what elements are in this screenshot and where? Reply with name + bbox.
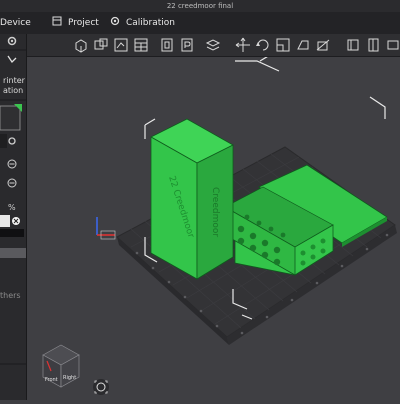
printer-preset-box xyxy=(0,105,21,131)
lay-on-face-icon[interactable] xyxy=(295,37,311,53)
plates-icon[interactable] xyxy=(133,37,149,53)
view-cube-front: Front xyxy=(45,377,58,383)
measure-icon[interactable] xyxy=(385,37,400,53)
close-icon[interactable] xyxy=(12,217,20,225)
left-sidebar: % rinter ation thers xyxy=(0,34,27,400)
add-icon[interactable] xyxy=(73,37,89,53)
scene: 22 Creedmoor Creedmoor Front Right xyxy=(42,54,397,395)
filament-swatch xyxy=(0,215,10,227)
model-tall-box[interactable]: 22 Creedmoor Creedmoor xyxy=(150,118,234,280)
svg-text:%: % xyxy=(8,203,16,212)
percent-icon: % xyxy=(8,203,16,212)
filament-icon xyxy=(7,55,17,64)
window-title: 22 creedmoor final xyxy=(166,2,234,10)
main-tab-bar: Device Project Calibration xyxy=(0,12,400,35)
scale-icon[interactable] xyxy=(275,37,291,53)
object-toolbar xyxy=(27,34,400,57)
support-paint-icon[interactable] xyxy=(345,37,361,53)
project-icon xyxy=(52,13,62,26)
tab-calibration-label: Calibration xyxy=(126,18,175,28)
gear-icon[interactable] xyxy=(7,36,17,46)
filament-field xyxy=(0,229,24,237)
auto-orient-icon[interactable] xyxy=(93,37,109,53)
others-label: thers xyxy=(0,291,21,300)
model-embossed-text-b: Creedmoor xyxy=(210,187,220,237)
printer-label: rinter xyxy=(3,76,25,85)
move-icon[interactable] xyxy=(235,37,251,53)
view-cube[interactable]: Front Right xyxy=(42,344,80,388)
minus-icon[interactable] xyxy=(7,178,17,188)
view-cube-right: Right xyxy=(63,375,76,381)
layers-icon[interactable] xyxy=(205,37,221,53)
seam-paint-icon[interactable] xyxy=(365,37,381,53)
settings-icon[interactable] xyxy=(8,137,16,145)
printer-location-label: ation xyxy=(3,86,24,95)
minus-icon[interactable] xyxy=(7,159,17,169)
split-object-icon[interactable] xyxy=(159,37,175,53)
split-parts-icon[interactable] xyxy=(179,37,195,53)
zoom-to-fit-icon[interactable] xyxy=(93,379,109,395)
window-title-bar: 22 creedmoor final xyxy=(0,0,400,12)
arrange-icon[interactable] xyxy=(113,37,129,53)
cut-icon[interactable] xyxy=(315,37,331,53)
tab-device[interactable]: Device xyxy=(0,12,31,34)
calibration-icon xyxy=(110,13,120,26)
selected-row xyxy=(0,248,26,258)
tab-project[interactable]: Project xyxy=(52,12,99,34)
3d-viewport[interactable]: 22 Creedmoor Creedmoor Front Right xyxy=(27,54,400,400)
rotate-icon[interactable] xyxy=(255,37,271,53)
tab-project-label: Project xyxy=(68,18,99,28)
tab-device-label: Device xyxy=(0,18,31,28)
tab-calibration[interactable]: Calibration xyxy=(110,12,175,34)
axis-origin xyxy=(96,217,116,240)
